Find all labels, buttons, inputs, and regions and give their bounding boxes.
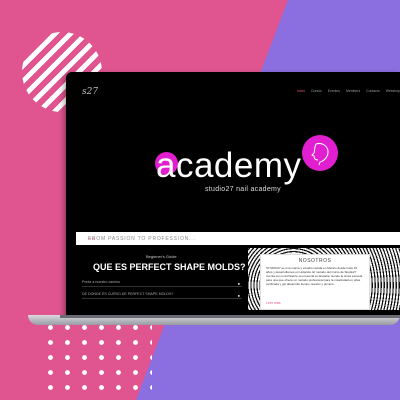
face-profile-icon [302, 135, 338, 171]
list-item[interactable]: DE DONDE ES CURSO DE PERFECT SHAPE MOLDS… [82, 292, 242, 299]
bullet-icon: ● [237, 281, 240, 286]
list-item-label: Ponte a nuestro camino [82, 280, 120, 284]
nav-item-members[interactable]: Members [346, 89, 360, 93]
nav-item-contacto[interactable]: Contacto [366, 89, 380, 93]
about-card: NOSOTROS STUDIO27 es una marca y estudio… [260, 254, 370, 310]
about-text: STUDIO27 es una marca y estudio nacida e… [266, 266, 363, 286]
search-bar[interactable]: FROM PASSION TO PROFESSION... GO [76, 232, 400, 245]
nav-item-webshop[interactable]: Webshop [386, 89, 400, 93]
about-section: NOSOTROS STUDIO27 es una marca y estudio… [248, 248, 400, 310]
nav-item-cursos[interactable]: Cursos [311, 89, 322, 93]
list-item[interactable]: Ponte a nuestro camino ● [82, 280, 242, 287]
top-navigation: Inicio Cursos Eventos Members Contacto W… [297, 89, 400, 93]
bullet-icon: ● [237, 293, 240, 298]
list-item-label: DE DONDE ES CURSO DE PERFECT SHAPE MOLDS… [82, 292, 174, 296]
nav-item-inicio[interactable]: Inicio [297, 89, 305, 93]
nav-item-eventos[interactable]: Eventos [328, 89, 340, 93]
article-title[interactable]: QUE ES PERFECT SHAPE MOLDS? [93, 262, 246, 272]
about-read-more-link[interactable]: Leer mas [266, 301, 281, 305]
dot-pattern-decoration [42, 320, 152, 400]
studio27-logo[interactable]: s27 [82, 87, 108, 101]
hero-subtitle: studio27 nail academy [205, 186, 281, 193]
article-kicker: Beginner's Guide [146, 254, 177, 259]
laptop-hinge [60, 315, 400, 318]
website-view: s27 Inicio Cursos Eventos Members Contac… [76, 80, 400, 310]
search-go-button[interactable]: GO [88, 236, 398, 241]
article-section: Beginner's Guide QUE ES PERFECT SHAPE MO… [76, 248, 246, 310]
about-title: NOSOTROS [298, 258, 332, 264]
hero-title: academy [156, 146, 302, 185]
